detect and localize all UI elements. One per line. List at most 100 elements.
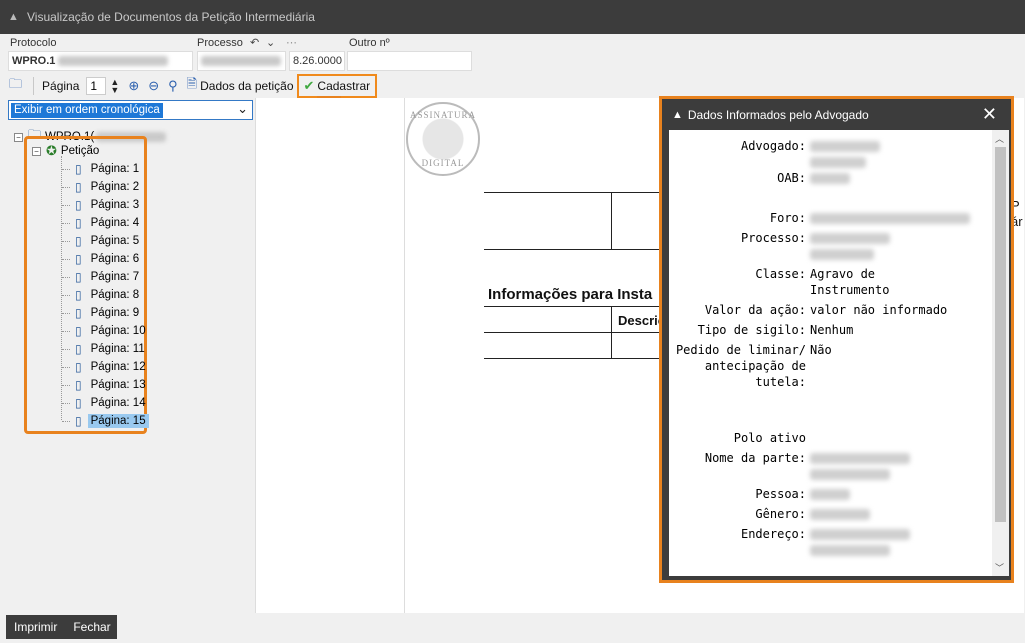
order-select-value: Exibir em ordem cronológica (11, 103, 163, 118)
scroll-down-icon[interactable]: ﹀ (995, 561, 1004, 574)
chevron-down-icon[interactable]: ⌄ (237, 101, 248, 117)
peticao-label: Petição (60, 145, 100, 157)
scroll-thumb[interactable] (995, 147, 1006, 522)
dialog-row-key: Endereço: (740, 527, 806, 541)
tree-connector (62, 204, 70, 206)
page-icon: ▯ (75, 288, 82, 302)
tree-page-item[interactable]: ▯ Página: 12 (62, 358, 149, 376)
page-label: Página: 10 (90, 325, 146, 337)
tree-node-peticao[interactable]: − ✪ Petição (32, 143, 99, 159)
tree-page-item[interactable]: ▯ Página: 13 (62, 376, 149, 394)
toolbar: 🗀 Página 1 ▲ ▼ ⊕ ⊖ ⚲ 🗎 Dados da petição ✔… (0, 74, 1025, 98)
processo-suffix-field[interactable]: 8.26.0000 (289, 51, 345, 71)
page-icon: ▯ (75, 414, 82, 428)
footer-bar: Imprimir Fechar (0, 613, 1025, 643)
tree-page-item[interactable]: ▯ Página: 8 (62, 286, 142, 304)
zoom-out-icon: ⊖ (148, 78, 160, 93)
dialog-row-value (810, 526, 980, 556)
page-stepper[interactable]: ▲ ▼ (110, 78, 119, 95)
page-number-input[interactable]: 1 (86, 77, 107, 95)
tree-page-item[interactable]: ▯ Página: 1 (62, 160, 142, 178)
protocolo-field[interactable]: WPRO.1 (8, 51, 193, 71)
dialog-titlebar: ▲ Dados Informados pelo Advogado (662, 99, 1011, 130)
dialog-row-key: Polo ativo (733, 431, 806, 445)
zoom-fit-button[interactable]: ⚲ (165, 75, 184, 97)
table-line (611, 306, 612, 358)
table-column-label: Descriç (618, 313, 665, 328)
processo-field[interactable] (197, 51, 286, 71)
footer-buttons: Imprimir Fechar (6, 615, 117, 639)
page-label: Página: 14 (90, 397, 146, 409)
document-search-icon: 🗎 (186, 76, 198, 91)
page-icon: ▯ (75, 216, 82, 230)
seal-top-text: ASSINATURA (409, 110, 476, 120)
dialog-row-value (810, 486, 980, 500)
dialog-row-key: Tipo de sigilo: (697, 323, 806, 337)
page-label: Página: 9 (90, 307, 140, 319)
tree-connector (62, 366, 70, 368)
tree-page-item[interactable]: ▯ Página: 14 (62, 394, 149, 412)
page-icon: ▯ (75, 180, 82, 194)
tree-page-item[interactable]: ▯ Página: 9 (62, 304, 142, 322)
page-icon: ▯ (75, 396, 82, 410)
cadastrar-button[interactable]: ✔ Cadastrar (296, 74, 378, 98)
tree-page-item[interactable]: ▯ Página: 3 (62, 196, 142, 214)
search-icon: ⚲ (168, 78, 178, 93)
dialog-row-key: Advogado: (740, 139, 806, 153)
dialog-row-value (810, 138, 980, 168)
print-button[interactable]: Imprimir (6, 620, 65, 634)
tree-page-item[interactable]: ▯ Página: 15 (62, 412, 149, 430)
tree-page-item[interactable]: ▯ Página: 10 (62, 322, 149, 340)
page-label: Página: 2 (90, 181, 140, 193)
dialog-row-value (810, 230, 980, 260)
tree-connector (62, 186, 70, 188)
zoom-in-button[interactable]: ⊕ (125, 75, 145, 97)
page-icon: ▯ (75, 360, 82, 374)
protocolo-value: WPRO.1 (12, 55, 56, 67)
dialog-row-key: Processo: (740, 231, 806, 245)
dialog-row-key: Pedido de liminar/ antecipação de tutela… (675, 343, 806, 389)
table-line (484, 332, 664, 333)
dialog-row-key: Gênero: (755, 507, 806, 521)
tree-connector (62, 294, 70, 296)
page-label: Página: 4 (90, 217, 140, 229)
redacted-value (810, 529, 910, 540)
app-logo-icon: ▲ (8, 11, 19, 23)
order-select[interactable]: Exibir em ordem cronológica ⌄ (8, 100, 253, 120)
close-icon[interactable]: ✕ (982, 104, 997, 125)
redacted-value (810, 173, 850, 184)
tree-connector (62, 330, 70, 332)
open-folder-button[interactable]: 🗀 (6, 75, 28, 97)
tree-page-item[interactable]: ▯ Página: 11 (62, 340, 148, 358)
table-line (611, 192, 612, 249)
collapse-toggle[interactable]: − (14, 132, 23, 142)
redacted-value (810, 509, 870, 520)
dialog-body: Advogado: OAB: Foro: Processo: Classe: Agravo… (669, 130, 1009, 576)
collapse-toggle[interactable]: − (32, 146, 41, 156)
document-heading: Informações para Insta (488, 286, 653, 303)
dialog-row-key: Classe: (755, 267, 806, 281)
outro-field[interactable] (347, 51, 472, 71)
vertical-scrollbar[interactable]: ︿ ﹀ (992, 130, 1009, 576)
dialog-row-key: Pessoa: (755, 487, 806, 501)
tree-page-item[interactable]: ▯ Página: 2 (62, 178, 142, 196)
dialog-row-value: Agravo de Instrumento (810, 267, 890, 297)
more-icon[interactable]: ⋯ (286, 36, 297, 49)
tree-page-item[interactable]: ▯ Página: 5 (62, 232, 142, 250)
tree-page-item[interactable]: ▯ Página: 4 (62, 214, 142, 232)
cadastrar-label: Cadastrar (317, 79, 371, 93)
page-label: Página: 6 (90, 253, 140, 265)
lawyer-data-dialog: ▲ Dados Informados pelo Advogado ✕ Advog… (659, 96, 1014, 583)
tree-page-item[interactable]: ▯ Página: 6 (62, 250, 142, 268)
tree-page-item[interactable]: ▯ Página: 7 (62, 268, 142, 286)
redacted-value (810, 545, 890, 556)
redacted-value (810, 213, 970, 224)
dados-peticao-button[interactable]: 🗎 Dados da petição (184, 75, 297, 97)
zoom-out-button[interactable]: ⊖ (145, 75, 165, 97)
chevron-down-icon[interactable]: ⌄ (266, 36, 275, 49)
undo-icon[interactable]: ↶ (250, 36, 259, 49)
scroll-up-icon[interactable]: ︿ (995, 132, 1004, 145)
redacted-value (810, 453, 910, 464)
close-button[interactable]: Fechar (65, 620, 118, 634)
stepper-down-icon[interactable]: ▼ (110, 86, 119, 95)
